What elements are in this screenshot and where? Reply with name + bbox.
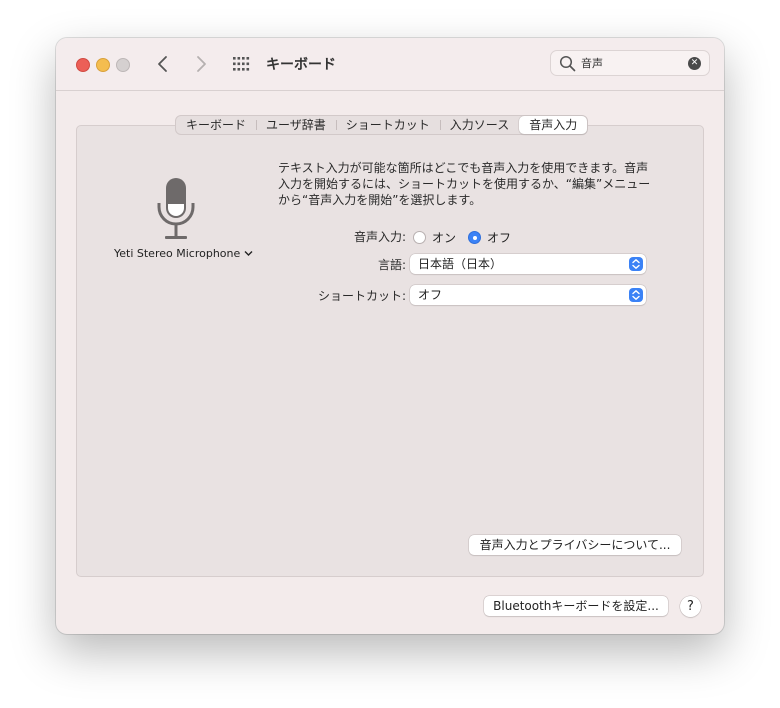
tab-keyboard[interactable]: キーボード <box>176 116 256 134</box>
chevron-down-icon <box>244 247 253 260</box>
minimize-icon[interactable] <box>96 58 110 72</box>
shortcut-label: ショートカット: <box>317 289 406 303</box>
tab-bar: キーボード ユーザ辞書 ショートカット 入力ソース 音声入力 <box>175 115 589 135</box>
titlebar: キーボード ✕ <box>56 38 724 91</box>
radio-on-label[interactable]: オン <box>432 229 456 246</box>
search-field[interactable]: ✕ <box>550 50 710 76</box>
stepper-icon <box>629 257 643 271</box>
microphone-icon <box>156 177 196 243</box>
bluetooth-keyboard-button[interactable]: Bluetoothキーボードを設定... <box>484 596 668 616</box>
forward-chevron-icon[interactable] <box>190 52 212 76</box>
grid-icon[interactable] <box>232 56 252 72</box>
back-chevron-icon[interactable] <box>152 52 174 76</box>
zoom-icon[interactable] <box>116 58 130 72</box>
tab-shortcuts[interactable]: ショートカット <box>335 116 440 134</box>
dictation-description: テキスト入力が可能な箇所はどこでも音声入力を使用できます。音声入力を開始するには… <box>278 161 651 207</box>
close-icon[interactable] <box>76 58 90 72</box>
window-title: キーボード <box>266 57 336 73</box>
microphone-selector[interactable]: Yeti Stereo Microphone <box>114 247 253 260</box>
search-icon <box>559 55 576 72</box>
tab-input-sources[interactable]: 入力ソース <box>439 116 519 134</box>
search-input[interactable] <box>581 54 681 72</box>
radio-on[interactable] <box>413 231 426 244</box>
dictation-toggle-label: 音声入力: <box>353 230 406 244</box>
clear-icon[interactable]: ✕ <box>688 57 701 70</box>
preferences-window: キーボード ✕ キーボード ユーザ辞書 ショートカット 入力ソース 音声入力 Y… <box>56 38 724 634</box>
help-button[interactable]: ? <box>680 596 701 617</box>
privacy-button[interactable]: 音声入力とプライバシーについて... <box>469 535 681 555</box>
radio-off[interactable] <box>468 231 481 244</box>
shortcut-select[interactable]: オフ <box>410 285 646 305</box>
radio-off-label[interactable]: オフ <box>487 229 511 246</box>
shortcut-select-value: オフ <box>418 288 443 302</box>
microphone-selector-label: Yeti Stereo Microphone <box>114 247 241 260</box>
language-label: 言語: <box>377 258 406 272</box>
tab-dictation[interactable]: 音声入力 <box>519 116 588 134</box>
stepper-icon <box>629 288 643 302</box>
tab-user-dictionary[interactable]: ユーザ辞書 <box>256 116 336 134</box>
language-select-value: 日本語（日本） <box>418 257 503 271</box>
language-select[interactable]: 日本語（日本） <box>410 254 646 274</box>
